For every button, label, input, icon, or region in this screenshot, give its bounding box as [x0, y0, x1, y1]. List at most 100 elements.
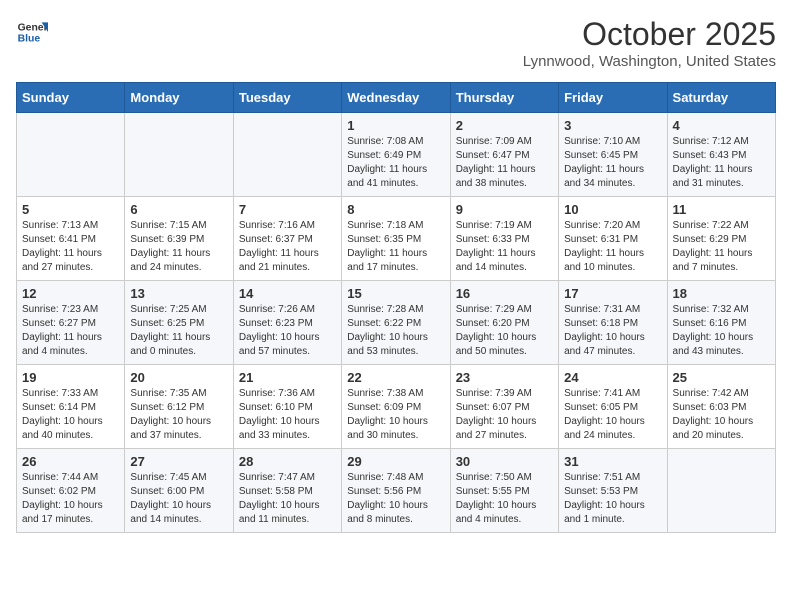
calendar-cell: 22 Sunrise: 7:38 AM Sunset: 6:09 PM Dayli… [342, 365, 450, 449]
day-info: Sunrise: 7:51 AM Sunset: 5:53 PM Dayligh… [564, 471, 661, 527]
day-info: Sunrise: 7:39 AM Sunset: 6:07 PM Dayligh… [456, 387, 553, 443]
day-info: Sunrise: 7:28 AM Sunset: 6:22 PM Dayligh… [347, 303, 444, 359]
day-number: 31 [564, 454, 661, 469]
day-info: Sunrise: 7:32 AM Sunset: 6:16 PM Dayligh… [673, 303, 770, 359]
title-block: October 2025 Lynnwood, Washington, Unite… [523, 16, 776, 70]
day-info: Sunrise: 7:22 AM Sunset: 6:29 PM Dayligh… [673, 219, 770, 275]
calendar-cell [125, 113, 233, 197]
day-info: Sunrise: 7:29 AM Sunset: 6:20 PM Dayligh… [456, 303, 553, 359]
col-monday: Monday [125, 83, 233, 113]
calendar-cell: 27Sunrise: 7:45 AM Sunset: 6:00 PM Dayli… [125, 449, 233, 533]
day-info: Sunrise: 7:19 AM Sunset: 6:33 PM Dayligh… [456, 219, 553, 275]
calendar-table: Sunday Monday Tuesday Wednesday Thursday… [16, 82, 776, 533]
calendar-cell: 8Sunrise: 7:18 AM Sunset: 6:35 PM Daylig… [342, 197, 450, 281]
day-info: Sunrise: 7:47 AM Sunset: 5:58 PM Dayligh… [239, 471, 336, 527]
day-info: Sunrise: 7:48 AM Sunset: 5:56 PM Dayligh… [347, 471, 444, 527]
day-number: 20 [130, 370, 227, 385]
calendar-cell: 5 Sunrise: 7:13 AM Sunset: 6:41 PM Daylig… [17, 197, 125, 281]
col-wednesday: Wednesday [342, 83, 450, 113]
day-number: 9 [456, 202, 553, 217]
day-number: 19 [22, 370, 119, 385]
day-info: Sunrise: 7:31 AM Sunset: 6:18 PM Dayligh… [564, 303, 661, 359]
day-info: Sunrise: 7:16 AM Sunset: 6:37 PM Dayligh… [239, 219, 336, 275]
calendar-cell: 9 Sunrise: 7:19 AM Sunset: 6:33 PM Daylig… [450, 197, 558, 281]
calendar-cell [17, 113, 125, 197]
calendar-cell: 20 Sunrise: 7:35 AM Sunset: 6:12 PM Dayli… [125, 365, 233, 449]
logo: General Blue [16, 16, 48, 48]
calendar-cell: 21 Sunrise: 7:36 AM Sunset: 6:10 PM Dayli… [233, 365, 341, 449]
day-number: 11 [673, 202, 770, 217]
calendar-subtitle: Lynnwood, Washington, United States [523, 53, 776, 70]
day-info: Sunrise: 7:18 AM Sunset: 6:35 PM Dayligh… [347, 219, 444, 275]
day-info: Sunrise: 7:15 AM Sunset: 6:39 PM Dayligh… [130, 219, 227, 275]
day-info: Sunrise: 7:20 AM Sunset: 6:31 PM Dayligh… [564, 219, 661, 275]
day-number: 28 [239, 454, 336, 469]
day-info: Sunrise: 7:38 AM Sunset: 6:09 PM Dayligh… [347, 387, 444, 443]
calendar-week-4: 19 Sunrise: 7:33 AM Sunset: 6:14 PM Dayli… [17, 365, 776, 449]
col-friday: Friday [559, 83, 667, 113]
calendar-week-5: 26 Sunrise: 7:44 AM Sunset: 6:02 PM Dayli… [17, 449, 776, 533]
calendar-cell [667, 449, 775, 533]
day-info: Sunrise: 7:13 AM Sunset: 6:41 PM Dayligh… [22, 219, 119, 275]
day-number: 16 [456, 286, 553, 301]
day-number: 5 [22, 202, 119, 217]
calendar-cell: 28 Sunrise: 7:47 AM Sunset: 5:58 PM Dayli… [233, 449, 341, 533]
svg-text:Blue: Blue [18, 34, 41, 45]
calendar-cell: 3 Sunrise: 7:10 AM Sunset: 6:45 PM Daylig… [559, 113, 667, 197]
calendar-cell: 16 Sunrise: 7:29 AM Sunset: 6:20 PM Dayli… [450, 281, 558, 365]
calendar-cell: 2Sunrise: 7:09 AM Sunset: 6:47 PM Daylig… [450, 113, 558, 197]
day-info: Sunrise: 7:33 AM Sunset: 6:14 PM Dayligh… [22, 387, 119, 443]
day-number: 15 [347, 286, 444, 301]
day-number: 26 [22, 454, 119, 469]
day-info: Sunrise: 7:44 AM Sunset: 6:02 PM Dayligh… [22, 471, 119, 527]
day-number: 6 [130, 202, 227, 217]
day-number: 10 [564, 202, 661, 217]
day-info: Sunrise: 7:50 AM Sunset: 5:55 PM Dayligh… [456, 471, 553, 527]
calendar-week-1: 1Sunrise: 7:08 AM Sunset: 6:49 PM Daylig… [17, 113, 776, 197]
day-number: 2 [456, 118, 553, 133]
calendar-cell: 25 Sunrise: 7:42 AM Sunset: 6:03 PM Dayli… [667, 365, 775, 449]
day-number: 29 [347, 454, 444, 469]
day-info: Sunrise: 7:12 AM Sunset: 6:43 PM Dayligh… [673, 135, 770, 191]
page-header: General Blue October 2025 Lynnwood, Wash… [16, 16, 776, 70]
day-number: 21 [239, 370, 336, 385]
day-number: 18 [673, 286, 770, 301]
day-number: 13 [130, 286, 227, 301]
calendar-cell: 19 Sunrise: 7:33 AM Sunset: 6:14 PM Dayli… [17, 365, 125, 449]
day-number: 22 [347, 370, 444, 385]
col-thursday: Thursday [450, 83, 558, 113]
calendar-cell: 26 Sunrise: 7:44 AM Sunset: 6:02 PM Dayli… [17, 449, 125, 533]
calendar-cell: 10 Sunrise: 7:20 AM Sunset: 6:31 PM Dayli… [559, 197, 667, 281]
calendar-cell: 23Sunrise: 7:39 AM Sunset: 6:07 PM Dayli… [450, 365, 558, 449]
day-number: 27 [130, 454, 227, 469]
day-number: 25 [673, 370, 770, 385]
day-info: Sunrise: 7:26 AM Sunset: 6:23 PM Dayligh… [239, 303, 336, 359]
calendar-cell: 31 Sunrise: 7:51 AM Sunset: 5:53 PM Dayli… [559, 449, 667, 533]
day-number: 7 [239, 202, 336, 217]
day-info: Sunrise: 7:36 AM Sunset: 6:10 PM Dayligh… [239, 387, 336, 443]
day-info: Sunrise: 7:25 AM Sunset: 6:25 PM Dayligh… [130, 303, 227, 359]
col-sunday: Sunday [17, 83, 125, 113]
day-info: Sunrise: 7:41 AM Sunset: 6:05 PM Dayligh… [564, 387, 661, 443]
calendar-week-2: 5 Sunrise: 7:13 AM Sunset: 6:41 PM Daylig… [17, 197, 776, 281]
calendar-cell: 13 Sunrise: 7:25 AM Sunset: 6:25 PM Dayli… [125, 281, 233, 365]
calendar-cell [233, 113, 341, 197]
day-number: 30 [456, 454, 553, 469]
day-info: Sunrise: 7:35 AM Sunset: 6:12 PM Dayligh… [130, 387, 227, 443]
day-number: 4 [673, 118, 770, 133]
logo-icon: General Blue [16, 16, 48, 48]
calendar-cell: 11 Sunrise: 7:22 AM Sunset: 6:29 PM Dayli… [667, 197, 775, 281]
calendar-title: October 2025 [523, 16, 776, 53]
calendar-cell: 14Sunrise: 7:26 AM Sunset: 6:23 PM Dayli… [233, 281, 341, 365]
calendar-week-3: 12Sunrise: 7:23 AM Sunset: 6:27 PM Dayli… [17, 281, 776, 365]
calendar-cell: 17 Sunrise: 7:31 AM Sunset: 6:18 PM Dayli… [559, 281, 667, 365]
day-number: 24 [564, 370, 661, 385]
day-info: Sunrise: 7:10 AM Sunset: 6:45 PM Dayligh… [564, 135, 661, 191]
day-number: 3 [564, 118, 661, 133]
day-number: 12 [22, 286, 119, 301]
calendar-cell: 4 Sunrise: 7:12 AM Sunset: 6:43 PM Daylig… [667, 113, 775, 197]
col-tuesday: Tuesday [233, 83, 341, 113]
day-info: Sunrise: 7:42 AM Sunset: 6:03 PM Dayligh… [673, 387, 770, 443]
calendar-cell: 18 Sunrise: 7:32 AM Sunset: 6:16 PM Dayli… [667, 281, 775, 365]
day-number: 17 [564, 286, 661, 301]
